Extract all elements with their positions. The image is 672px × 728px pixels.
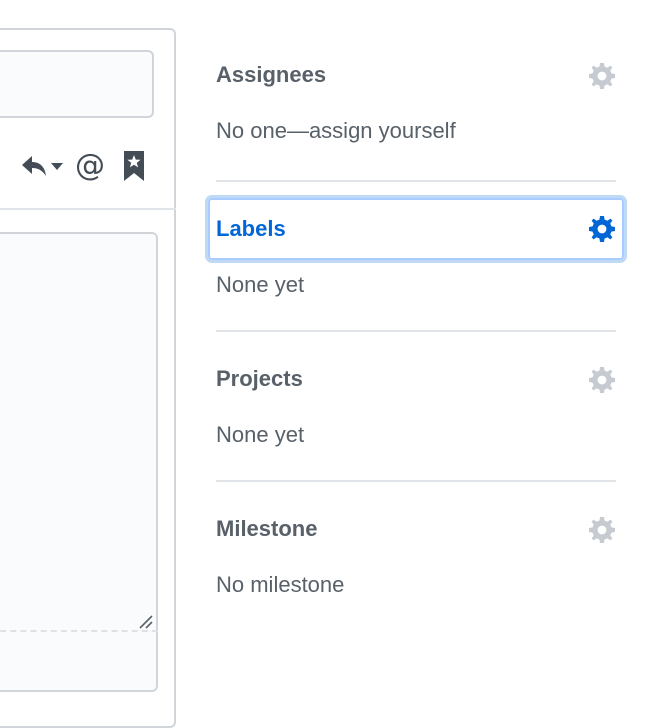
gear-icon[interactable] [588, 516, 616, 544]
milestone-heading[interactable]: Milestone [216, 500, 616, 556]
assignees-heading[interactable]: Assignees [216, 46, 616, 102]
chevron-down-icon [51, 163, 63, 170]
reference-button[interactable] [118, 140, 150, 192]
projects-value-text: None yet [216, 422, 305, 447]
mention-icon: @ [75, 148, 105, 183]
milestone-heading-label: Milestone [216, 516, 318, 541]
labels-heading-label: Labels [216, 216, 286, 241]
gear-icon[interactable] [588, 62, 616, 90]
title-input[interactable] [0, 50, 154, 118]
assignees-value[interactable]: No one—assign yourself [216, 118, 456, 144]
sidebar-divider [216, 330, 616, 332]
projects-heading-label: Projects [216, 366, 303, 391]
attachment-drop-zone[interactable] [0, 630, 158, 632]
gear-icon[interactable] [588, 215, 616, 243]
projects-value: None yet [216, 422, 304, 448]
milestone-value-text: No milestone [216, 572, 345, 597]
labels-value-text: None yet [216, 272, 305, 297]
gear-icon[interactable] [588, 366, 616, 394]
labels-value: None yet [216, 272, 304, 298]
saved-replies-button[interactable] [16, 140, 68, 192]
projects-heading[interactable]: Projects [216, 350, 616, 406]
reply-icon [22, 156, 46, 176]
assignees-value-text: No one—assign yourself [216, 118, 456, 143]
assignees-heading-label: Assignees [216, 62, 327, 87]
resize-handle-icon[interactable] [136, 612, 154, 630]
labels-heading[interactable]: Labels [208, 198, 624, 260]
bookmark-icon [124, 151, 144, 181]
editor-toolbar: @ [0, 140, 160, 192]
sidebar-divider [216, 180, 616, 182]
toolbar-divider [0, 208, 176, 210]
mention-button[interactable]: @ [72, 140, 108, 192]
comment-textarea[interactable] [0, 232, 158, 692]
milestone-value: No milestone [216, 572, 344, 598]
sidebar-divider [216, 480, 616, 482]
